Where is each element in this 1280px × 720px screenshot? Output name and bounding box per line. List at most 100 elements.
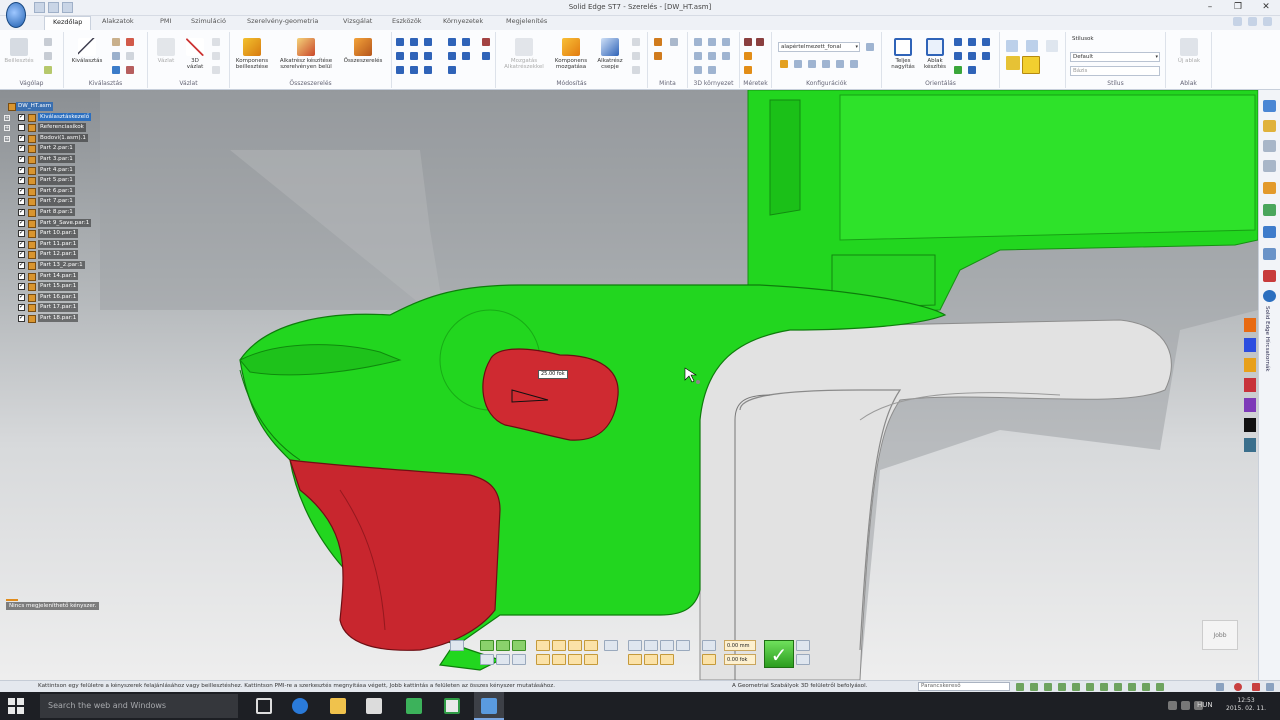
cmd-icon-13[interactable]	[536, 654, 550, 665]
ground-icon[interactable]	[410, 66, 418, 74]
tab-view[interactable]: Megjelenítés	[506, 17, 547, 25]
status-icon-8[interactable]	[1114, 683, 1122, 691]
config-icon-6[interactable]	[850, 60, 858, 68]
status-icon-6[interactable]	[1086, 683, 1094, 691]
config-icon-4[interactable]	[822, 60, 830, 68]
cmd-icon-8[interactable]	[536, 640, 550, 651]
config-options-icon[interactable]	[866, 43, 874, 51]
visibility-checkbox[interactable]	[18, 240, 25, 248]
solid-edge-taskbar-icon[interactable]	[481, 698, 497, 714]
status-icon-3[interactable]	[1044, 683, 1052, 691]
path-icon[interactable]	[424, 66, 432, 74]
cut-icon[interactable]	[44, 38, 52, 46]
accept-button[interactable]: ✓	[764, 640, 794, 668]
angle-dim-icon[interactable]	[744, 52, 752, 60]
visibility-checkbox[interactable]	[18, 197, 25, 206]
color-swatch[interactable]	[1244, 318, 1256, 332]
camtasia-icon[interactable]	[406, 698, 422, 714]
connect-icon[interactable]	[462, 38, 470, 46]
spin-icon[interactable]	[954, 52, 962, 60]
help-icon[interactable]	[1233, 17, 1242, 26]
cmd-close-icon[interactable]	[796, 640, 810, 651]
tab-tools[interactable]: Eszközök	[392, 17, 422, 25]
tab-environments[interactable]: Környezetek	[443, 17, 483, 25]
rigid-set-icon[interactable]	[482, 52, 490, 60]
color-swatch[interactable]	[1244, 398, 1256, 412]
start-button[interactable]	[8, 698, 24, 714]
tab-features[interactable]: Alakzatok	[102, 17, 134, 25]
part-copy-button[interactable]: Alkatrész csepje	[594, 38, 626, 70]
restore-button[interactable]: ❐	[1224, 0, 1252, 14]
tangent-icon[interactable]	[396, 52, 404, 60]
insert-rel-icon[interactable]	[448, 38, 456, 46]
wireframe-cube-icon[interactable]	[1046, 40, 1058, 52]
info-icon[interactable]	[1263, 290, 1276, 302]
arc-icon[interactable]	[212, 52, 220, 60]
cam-icon[interactable]	[410, 52, 418, 60]
env-icon-5[interactable]	[708, 52, 716, 60]
cmd-icon-1[interactable]	[450, 640, 464, 651]
pan-icon[interactable]	[968, 38, 976, 46]
zoom-area-button[interactable]: Ablak készítés	[920, 38, 950, 70]
tab-simulation[interactable]: Szimuláció	[191, 17, 226, 25]
model-scene[interactable]	[0, 90, 1258, 680]
status-icon-9[interactable]	[1128, 683, 1136, 691]
cmd-icon-14[interactable]	[552, 654, 566, 665]
select-button[interactable]: Kiválasztás	[70, 38, 104, 64]
rail-icon-4[interactable]	[1263, 160, 1276, 172]
prev-view-icon[interactable]	[954, 66, 962, 74]
record-icon[interactable]	[1234, 683, 1242, 691]
replace-part-icon[interactable]	[632, 38, 640, 46]
red-trigger-part[interactable]	[289, 459, 501, 651]
expand-icon[interactable]: +	[4, 135, 10, 142]
sketch-button[interactable]: Vázlat	[152, 38, 180, 64]
visibility-checkbox[interactable]	[18, 250, 25, 259]
taskbar-search-input[interactable]: Search the web and Windows	[40, 694, 238, 718]
shaded-with-edges-icon[interactable]	[1022, 56, 1040, 74]
tab-assembly-geometry[interactable]: Szerelvény-geometria	[247, 17, 318, 25]
status-icon-12[interactable]	[1216, 683, 1224, 691]
cmd-options-icon[interactable]	[796, 654, 810, 665]
close-button[interactable]: ✕	[1252, 0, 1280, 14]
task-view-icon[interactable]	[256, 698, 272, 714]
cmd-icon-19[interactable]	[660, 640, 674, 651]
sketch-3d-button[interactable]: 3D vázlat	[182, 38, 208, 70]
youtube-icon[interactable]	[1263, 270, 1276, 282]
tray-arrow-icon[interactable]	[1168, 701, 1177, 710]
cmd-icon-21[interactable]	[628, 654, 642, 665]
view-cube[interactable]: Jobb	[1202, 620, 1238, 650]
color-swatch[interactable]	[1244, 338, 1256, 352]
duplicate-icon[interactable]	[670, 38, 678, 46]
cmd-icon-15[interactable]	[568, 654, 582, 665]
rotate-icon[interactable]	[982, 38, 990, 46]
visibility-checkbox[interactable]	[18, 124, 25, 132]
visibility-checkbox[interactable]	[18, 261, 25, 269]
color-swatch[interactable]	[1244, 418, 1256, 432]
visibility-checkbox[interactable]	[18, 293, 25, 301]
smart-dimension-icon[interactable]	[744, 38, 752, 46]
minimize-ribbon-icon[interactable]	[1248, 17, 1257, 26]
angle-field[interactable]: 0.00 fok	[724, 654, 756, 665]
cmd-icon-3[interactable]	[496, 640, 510, 651]
status-icon-4[interactable]	[1058, 683, 1066, 691]
config-icon-2[interactable]	[794, 60, 802, 68]
hide-icon[interactable]	[126, 38, 134, 46]
status-icon-2[interactable]	[1030, 683, 1038, 691]
fit-button[interactable]: Teljes nagyítás	[886, 38, 920, 70]
center-plane-icon[interactable]	[396, 66, 404, 74]
recorder-icon[interactable]	[444, 698, 460, 714]
env-icon-1[interactable]	[694, 38, 702, 46]
relationship-assistant-icon[interactable]	[448, 66, 456, 74]
mirror-icon[interactable]	[654, 52, 662, 60]
status-icon-1[interactable]	[1016, 683, 1024, 691]
visibility-checkbox[interactable]	[18, 229, 25, 238]
cmd-icon-6[interactable]	[496, 654, 510, 665]
copy-icon[interactable]	[44, 52, 52, 60]
handle-housing[interactable]	[699, 319, 1172, 680]
cmd-icon-5[interactable]	[480, 654, 494, 665]
cmd-icon-22[interactable]	[644, 654, 658, 665]
command-finder-input[interactable]: Parancskereső	[918, 682, 1010, 691]
paste-button[interactable]: Beillesztés	[4, 38, 34, 64]
config-icon-1[interactable]	[780, 60, 788, 68]
input-language[interactable]: HUN	[1197, 701, 1213, 709]
